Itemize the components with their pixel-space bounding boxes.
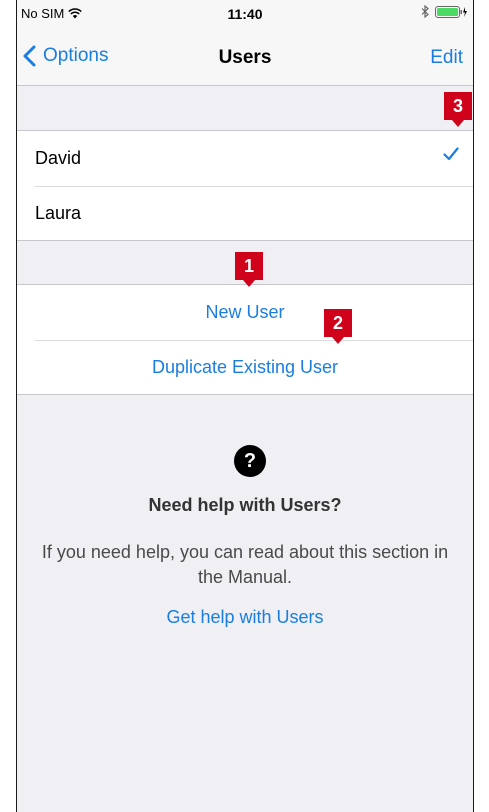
status-time: 11:40 [227, 6, 263, 22]
edit-button[interactable]: Edit [430, 47, 463, 69]
user-row-david[interactable]: David [17, 131, 473, 186]
help-title: Need help with Users? [148, 495, 342, 515]
new-user-row[interactable]: New User [17, 285, 473, 340]
user-row-laura[interactable]: Laura [17, 186, 473, 241]
status-bar: No SIM 11:40 [17, 0, 473, 30]
page-title: Users [218, 47, 272, 68]
help-link[interactable]: Get help with Users [17, 607, 473, 628]
help-question-icon: ? [234, 445, 266, 477]
checkmark-icon [443, 147, 459, 161]
user-actions-list: New User Duplicate Existing User [17, 284, 473, 395]
callout-badge-3: 3 [444, 92, 472, 127]
duplicate-user-button[interactable]: Duplicate Existing User [17, 357, 473, 378]
navigation-bar: Options Users Edit [17, 30, 473, 86]
new-user-button[interactable]: New User [17, 302, 473, 323]
duplicate-user-row[interactable]: Duplicate Existing User [17, 340, 473, 395]
user-name: David [35, 148, 82, 168]
battery-icon [435, 5, 467, 18]
phone-screen: No SIM 11:40 Options Users Edit David La… [16, 0, 474, 812]
status-right [421, 5, 467, 18]
callout-badge-2: 2 [324, 309, 352, 344]
bluetooth-icon [421, 5, 429, 18]
users-list: David Laura [17, 130, 473, 241]
user-name: Laura [35, 203, 82, 223]
callout-badge-1: 1 [235, 252, 263, 287]
help-body: If you need help, you can read about thi… [41, 542, 449, 587]
